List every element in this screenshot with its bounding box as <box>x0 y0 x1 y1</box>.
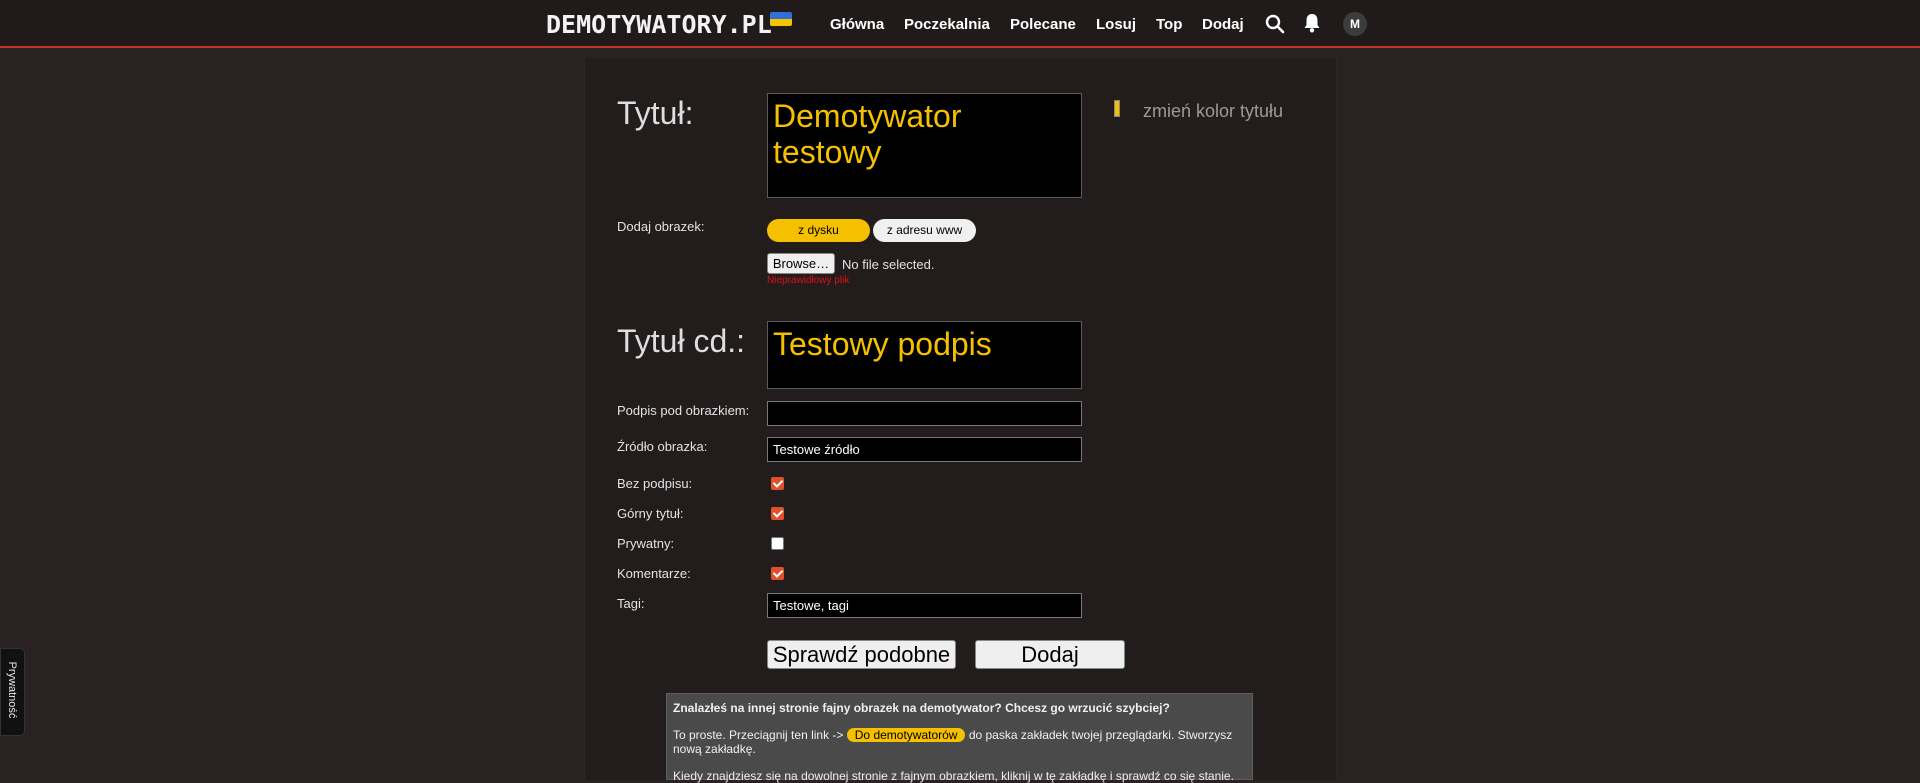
ukraine-flag-icon <box>770 12 792 26</box>
title-cont-label: Tytuł cd.: <box>617 323 746 359</box>
caption-input[interactable] <box>767 401 1082 426</box>
browse-file-button[interactable]: Browse… <box>767 253 835 274</box>
privacy-settings-tab[interactable]: Prywatność <box>0 648 25 736</box>
site-logo[interactable]: DEMOTYWATORY.PL <box>546 10 772 40</box>
nav-link-losuj[interactable]: Losuj <box>1096 16 1136 33</box>
top-navigation-bar: DEMOTYWATORY.PL Główna Poczekalnia Polec… <box>0 0 1920 48</box>
info-line1-before: To proste. Przeciągnij ten link -> <box>673 728 844 742</box>
info-line2: Kiedy znajdziesz się na dowolnej stronie… <box>673 769 1234 783</box>
private-label: Prywatny: <box>617 536 675 551</box>
bookmarklet-info-box: Znalazłeś na innej stronie fajny obrazek… <box>666 693 1253 783</box>
nav-link-dodaj[interactable]: Dodaj <box>1202 16 1244 33</box>
title-cont-textarea[interactable]: Testowy podpis <box>767 321 1082 389</box>
check-similar-button[interactable]: Sprawdź podobne <box>767 640 956 669</box>
change-title-color-link[interactable]: zmień kolor tytułu <box>1143 101 1283 122</box>
submit-button[interactable]: Dodaj <box>975 640 1125 669</box>
top-title-checkbox[interactable] <box>771 507 784 520</box>
search-icon[interactable] <box>1265 14 1285 34</box>
source-www-toggle[interactable]: z adresu www <box>873 219 976 242</box>
top-title-label: Górny tytuł: <box>617 506 684 521</box>
no-caption-label: Bez podpisu: <box>617 476 693 491</box>
privacy-tab-label: Prywatność <box>6 661 18 719</box>
source-disk-toggle[interactable]: z dysku <box>767 219 870 242</box>
comments-label: Komentarze: <box>617 566 691 581</box>
bookmarklet-link[interactable]: Do demotywatorów <box>846 728 966 742</box>
file-error-text: Nieprawidłowy plik <box>767 275 850 286</box>
info-heading: Znalazłeś na innej stronie fajny obrazek… <box>673 701 1170 715</box>
caption-label: Podpis pod obrazkiem: <box>617 403 750 418</box>
nav-link-polecane[interactable]: Polecane <box>1010 16 1076 33</box>
file-status-text: No file selected. <box>842 257 935 272</box>
private-checkbox[interactable] <box>771 537 784 550</box>
image-source-input[interactable]: Testowe źródło <box>767 437 1082 462</box>
comments-checkbox[interactable] <box>771 567 784 580</box>
nav-link-top[interactable]: Top <box>1156 16 1182 33</box>
info-line1: To proste. Przeciągnij ten link -> Do de… <box>673 728 1245 756</box>
tags-input[interactable]: Testowe, tagi <box>767 593 1082 618</box>
title-textarea[interactable]: Demotywator testowy <box>767 93 1082 198</box>
user-avatar[interactable]: M <box>1343 12 1367 36</box>
no-caption-checkbox[interactable] <box>771 477 784 490</box>
title-color-swatch[interactable] <box>1114 100 1120 117</box>
add-image-label: Dodaj obrazek: <box>617 219 705 234</box>
nav-link-glowna[interactable]: Główna <box>830 16 884 33</box>
nav-link-poczekalnia[interactable]: Poczekalnia <box>904 16 990 33</box>
image-source-label: Źródło obrazka: <box>617 439 708 454</box>
tags-label: Tagi: <box>617 596 645 611</box>
title-label: Tytuł: <box>617 95 694 131</box>
bell-icon[interactable] <box>1303 13 1321 33</box>
